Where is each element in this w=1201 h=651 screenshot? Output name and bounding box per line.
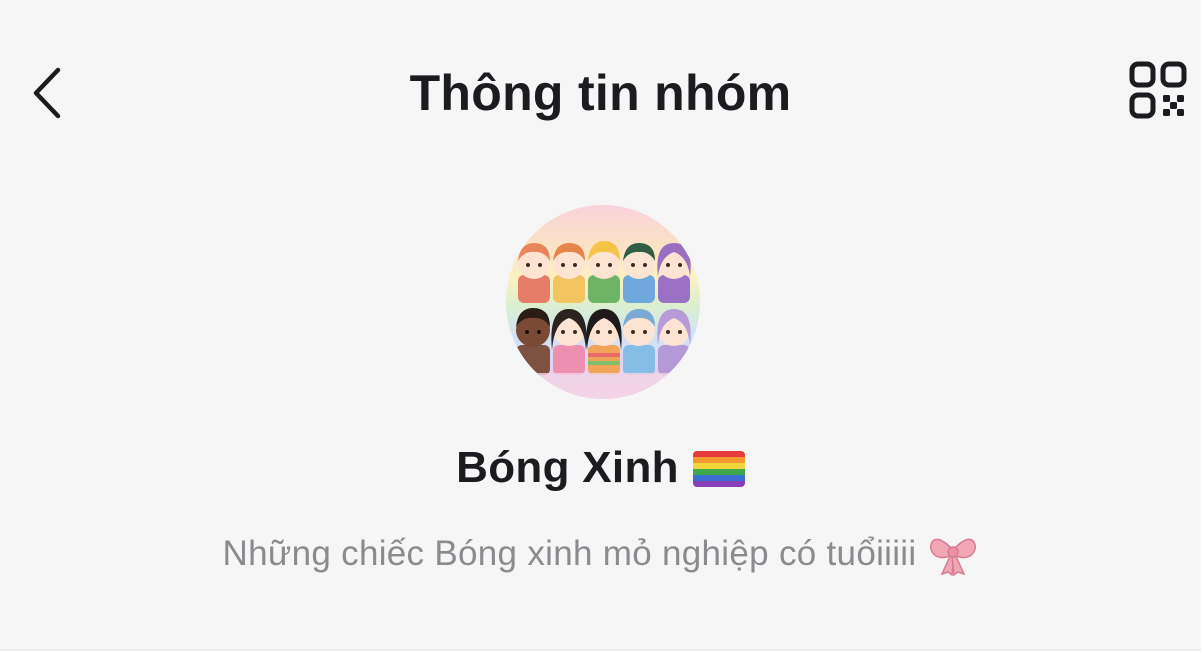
rainbow-flag-icon — [692, 451, 745, 487]
qr-code-button[interactable] — [1128, 60, 1192, 124]
page-title: Thông tin nhóm — [409, 65, 792, 121]
group-avatar-image — [506, 205, 700, 399]
group-name-row: Bóng Xinh — [0, 436, 1201, 500]
top-navigation-bar: Thông tin nhóm — [0, 0, 1201, 190]
ribbon-bow-icon — [928, 532, 978, 577]
qr-code-icon — [1129, 61, 1187, 119]
group-name: Bóng Xinh — [456, 443, 679, 492]
group-description-row: Những chiếc Bóng xinh mỏ nghiệp có tuổii… — [0, 524, 1201, 584]
group-description: Những chiếc Bóng xinh mỏ nghiệp có tuổii… — [222, 534, 917, 573]
group-avatar[interactable] — [506, 205, 700, 399]
